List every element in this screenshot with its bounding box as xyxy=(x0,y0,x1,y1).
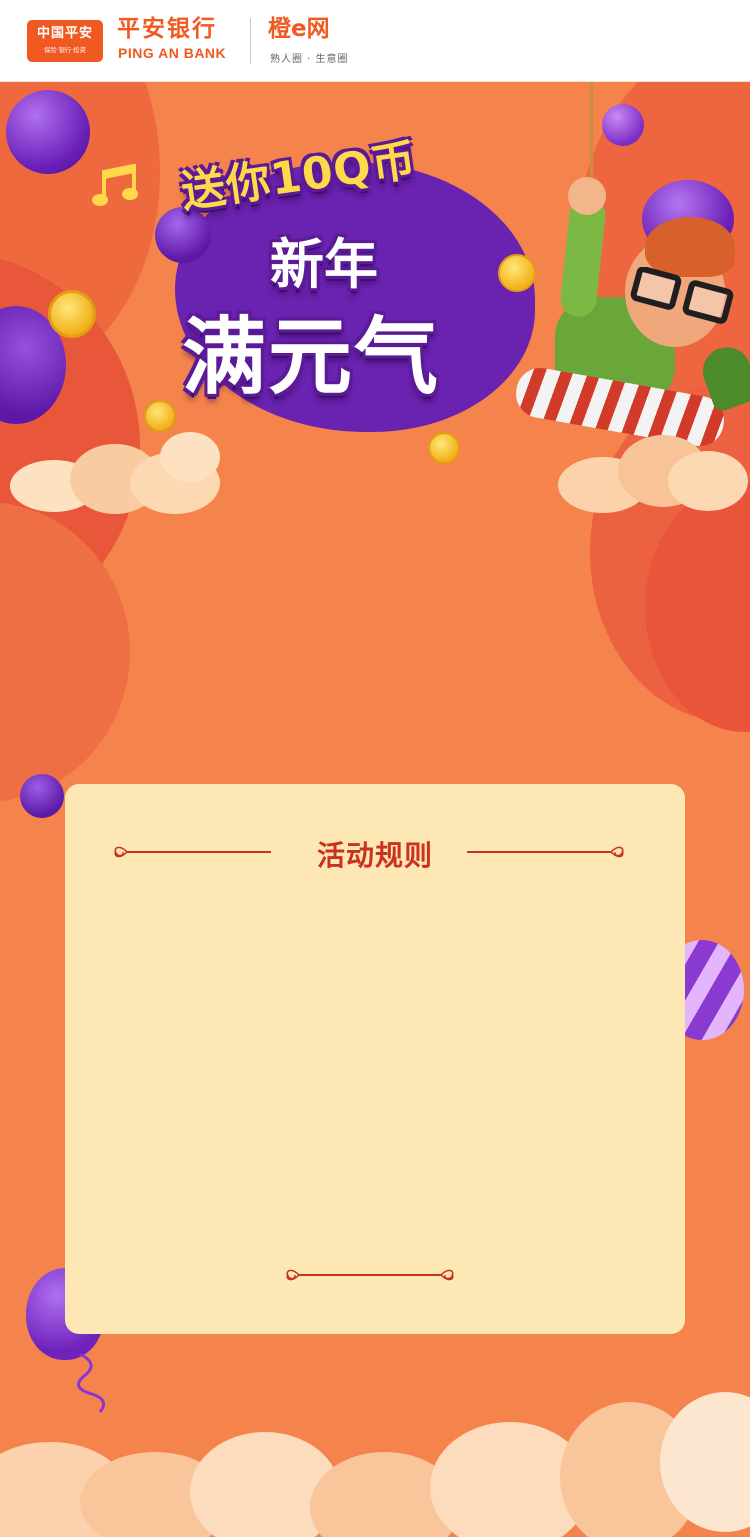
banner-title-line3: 满元气 xyxy=(182,308,441,406)
banner-title: 送你10Q币 新年 满元气 xyxy=(150,120,520,440)
pingan-bank-name-en: PING AN BANK xyxy=(118,45,227,61)
bottom-clouds xyxy=(0,1382,750,1537)
rules-bottom-ornament xyxy=(286,1269,454,1281)
glasses-icon xyxy=(630,267,734,324)
purple-ball-small-top xyxy=(602,104,644,146)
china-pingan-slogan: 保险·银行·投资 xyxy=(44,46,86,54)
rules-title-ornament-right xyxy=(467,846,624,858)
banner-title-line2: 新年 xyxy=(270,233,378,296)
pingan-bank-name[interactable]: 平安银行 xyxy=(117,15,217,43)
header-divider xyxy=(250,18,251,64)
chengewang-logo[interactable]: 橙e网 xyxy=(268,15,330,43)
china-pingan-logo-text: 中国平安 xyxy=(36,26,93,41)
purple-ball-small-left xyxy=(20,774,64,818)
chengewang-tagline: 熟人圈 · 生意圈 xyxy=(270,54,349,65)
top-brand-bar: 中国平安 保险·银行·投资 平安银行 PING AN BANK 橙e网 熟人圈 … xyxy=(0,0,750,82)
rope xyxy=(590,82,593,192)
purple-ball-top-left xyxy=(6,90,90,174)
china-pingan-logo[interactable]: 中国平安 保险·银行·投资 xyxy=(27,20,103,62)
music-note-icon xyxy=(92,164,138,206)
rules-card: 活动规则 xyxy=(65,784,685,1334)
banner-title-line1: 送你10Q币 xyxy=(178,134,420,219)
rules-content xyxy=(105,894,645,1254)
cloud-left xyxy=(0,432,230,522)
q-coin-left xyxy=(48,290,96,338)
cloud-right xyxy=(558,427,750,517)
elf-hand xyxy=(568,177,606,215)
elf-character xyxy=(510,177,750,467)
